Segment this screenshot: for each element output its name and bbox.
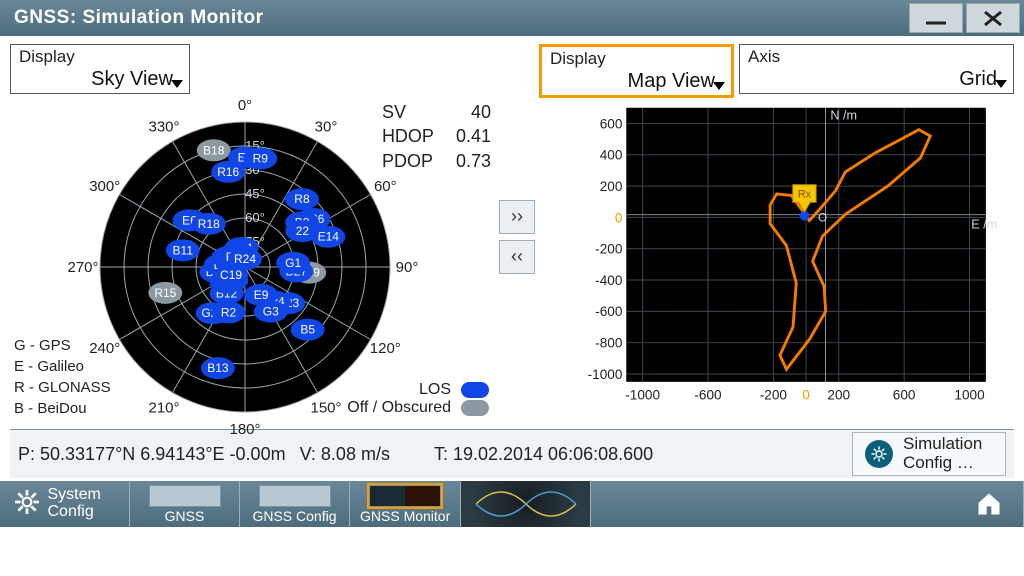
svg-text:90°: 90° bbox=[396, 259, 419, 276]
svg-text:E14: E14 bbox=[318, 230, 340, 244]
svg-text:-200: -200 bbox=[760, 387, 788, 402]
close-button[interactable] bbox=[966, 3, 1020, 33]
sky-view-panel: Display Sky View SV40 HDOP0.41 PDOP0.73 … bbox=[10, 44, 495, 429]
button-label: Simulation Config … bbox=[903, 435, 993, 472]
dropdown-value: Grid bbox=[959, 68, 997, 90]
svg-text:-400: -400 bbox=[595, 273, 623, 288]
y-axis-label: N /m bbox=[830, 108, 857, 122]
x-axis-label: E /m bbox=[971, 217, 997, 231]
map-view-chart: N /m E /m 600 400 200 0 -200 -400 -600 -800 -100… bbox=[577, 100, 1006, 411]
svg-text:-800: -800 bbox=[595, 336, 623, 351]
svg-text:0°: 0° bbox=[238, 100, 252, 114]
tab-gnss[interactable]: GNSS bbox=[130, 481, 240, 527]
status-bar: P: 50.33177°N 6.94143°E -0.00m V: 8.08 m… bbox=[10, 429, 1014, 478]
svg-text:B13: B13 bbox=[207, 361, 229, 375]
svg-text:180°: 180° bbox=[229, 421, 260, 435]
svg-text:60°: 60° bbox=[374, 178, 397, 195]
system-config-button[interactable]: System Config bbox=[0, 481, 130, 527]
panel-nav: ›› ‹‹ bbox=[495, 44, 539, 429]
svg-text:330°: 330° bbox=[148, 119, 179, 136]
svg-text:Rx: Rx bbox=[798, 188, 812, 200]
gear-icon bbox=[14, 489, 40, 520]
svg-text:0: 0 bbox=[615, 210, 623, 225]
svg-text:B18: B18 bbox=[203, 143, 225, 157]
svg-text:R9: R9 bbox=[253, 152, 269, 166]
svg-text:B5: B5 bbox=[300, 323, 315, 337]
svg-text:E9: E9 bbox=[254, 288, 269, 302]
svg-text:-200: -200 bbox=[595, 242, 623, 257]
dropdown-value: Map View bbox=[628, 70, 715, 92]
svg-text:R16: R16 bbox=[217, 165, 239, 179]
svg-text:G3: G3 bbox=[263, 305, 279, 319]
dropdown-label: Display bbox=[19, 47, 173, 67]
svg-text:210°: 210° bbox=[148, 399, 179, 416]
window-title: GNSS: Simulation Monitor bbox=[14, 7, 264, 29]
pane-forward-button[interactable]: ›› bbox=[499, 200, 535, 234]
signal-preview[interactable] bbox=[461, 481, 591, 527]
map-view-panel: Display Map View Axis Grid N /m E /m 600… bbox=[539, 44, 1014, 429]
minimize-button[interactable] bbox=[909, 3, 963, 33]
left-display-dropdown[interactable]: Display Sky View bbox=[10, 44, 190, 94]
time-readout: T: 19.02.2014 06:06:08.600 bbox=[404, 444, 838, 465]
svg-text:270°: 270° bbox=[67, 259, 98, 276]
svg-text:-1000: -1000 bbox=[588, 367, 623, 382]
chevron-down-icon bbox=[171, 80, 183, 88]
home-icon bbox=[974, 490, 1004, 518]
dropdown-value: Sky View bbox=[91, 68, 173, 90]
svg-text:R2: R2 bbox=[221, 305, 237, 319]
main-panel: Display Sky View SV40 HDOP0.41 PDOP0.73 … bbox=[0, 36, 1024, 481]
svg-text:1000: 1000 bbox=[954, 387, 985, 402]
svg-text:200: 200 bbox=[827, 387, 850, 402]
svg-text:22: 22 bbox=[296, 224, 310, 238]
svg-text:45°: 45° bbox=[245, 186, 265, 201]
svg-text:-600: -600 bbox=[694, 387, 722, 402]
home-button[interactable] bbox=[954, 481, 1024, 527]
task-bar: System Config GNSS GNSS Config GNSS Moni… bbox=[0, 481, 1024, 527]
button-label: System Config bbox=[48, 487, 116, 521]
right-display-dropdown[interactable]: Display Map View bbox=[539, 44, 734, 98]
svg-text:C19: C19 bbox=[220, 268, 242, 282]
svg-text:-1000: -1000 bbox=[625, 387, 660, 402]
svg-text:O: O bbox=[818, 212, 827, 225]
svg-text:R8: R8 bbox=[294, 192, 310, 206]
svg-text:G1: G1 bbox=[285, 256, 301, 270]
svg-text:R15: R15 bbox=[154, 286, 176, 300]
svg-text:60°: 60° bbox=[245, 210, 265, 225]
svg-text:-600: -600 bbox=[595, 304, 623, 319]
simulation-config-button[interactable]: Simulation Config … bbox=[852, 432, 1006, 476]
chevron-down-icon bbox=[995, 80, 1007, 88]
svg-text:0: 0 bbox=[802, 387, 810, 402]
svg-text:30°: 30° bbox=[315, 119, 338, 136]
tab-gnss-config[interactable]: GNSS Config bbox=[240, 481, 350, 527]
dropdown-label: Display bbox=[550, 49, 715, 69]
svg-text:600: 600 bbox=[600, 116, 623, 131]
chevron-down-icon bbox=[713, 82, 725, 90]
svg-text:R18: R18 bbox=[198, 217, 220, 231]
svg-text:200: 200 bbox=[600, 179, 623, 194]
visibility-legend: LOS Off / Obscured bbox=[347, 381, 489, 417]
svg-text:R24: R24 bbox=[234, 252, 256, 266]
axis-dropdown[interactable]: Axis Grid bbox=[739, 44, 1014, 94]
dropdown-label: Axis bbox=[748, 47, 997, 67]
pane-back-button[interactable]: ‹‹ bbox=[499, 240, 535, 274]
constellation-legend: G - GPS E - Galileo R - GLONASS B - BeiD… bbox=[14, 335, 111, 419]
svg-text:120°: 120° bbox=[370, 340, 401, 357]
svg-text:600: 600 bbox=[893, 387, 916, 402]
velocity-readout: V: 8.08 m/s bbox=[300, 444, 390, 465]
svg-text:B11: B11 bbox=[173, 243, 194, 257]
gear-icon bbox=[865, 440, 893, 468]
title-bar: GNSS: Simulation Monitor bbox=[0, 0, 1024, 36]
tab-gnss-monitor[interactable]: GNSS Monitor bbox=[350, 481, 461, 527]
svg-text:400: 400 bbox=[600, 148, 623, 163]
svg-text:150°: 150° bbox=[310, 399, 341, 416]
position-readout: P: 50.33177°N 6.94143°E -0.00m bbox=[18, 444, 286, 465]
svg-text:300°: 300° bbox=[89, 178, 120, 195]
